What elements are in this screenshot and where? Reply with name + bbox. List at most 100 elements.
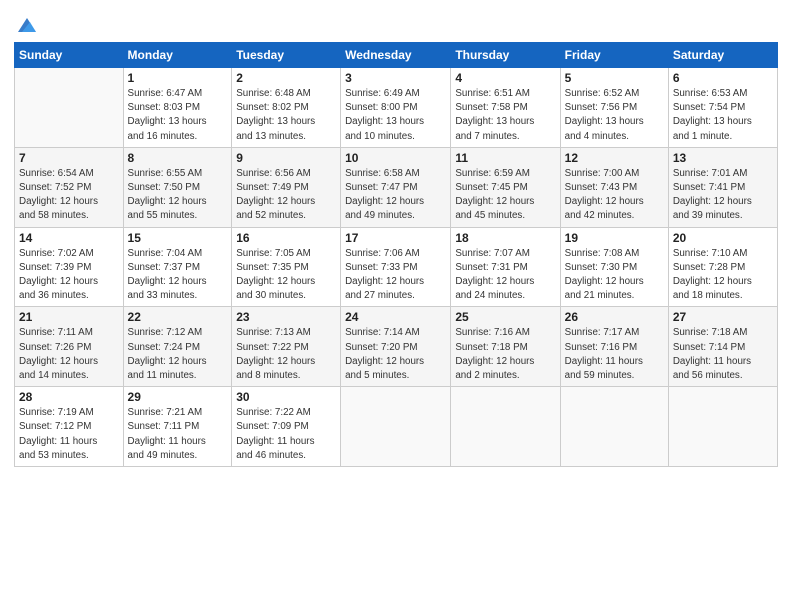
day-info: Sunrise: 6:51 AM Sunset: 7:58 PM Dayligh… — [455, 87, 555, 144]
calendar-day-cell — [15, 68, 124, 148]
calendar-day-cell: 15 Sunrise: 7:04 AM Sunset: 7:37 PM Dayli… — [123, 227, 232, 307]
logo-icon — [16, 14, 38, 36]
calendar-day-cell: 2 Sunrise: 6:48 AM Sunset: 8:02 PM Daylig… — [232, 68, 341, 148]
calendar-day-cell: 7 Sunrise: 6:54 AM Sunset: 7:52 PM Daylig… — [15, 147, 124, 227]
day-number: 8 — [128, 151, 228, 165]
calendar-day-cell: 9 Sunrise: 6:56 AM Sunset: 7:49 PM Daylig… — [232, 147, 341, 227]
calendar-day-cell: 25 Sunrise: 7:16 AM Sunset: 7:18 PM Dayli… — [451, 307, 560, 387]
day-info: Sunrise: 6:54 AM Sunset: 7:52 PM Dayligh… — [19, 167, 119, 224]
calendar-day-cell — [341, 387, 451, 467]
calendar-day-cell: 21 Sunrise: 7:11 AM Sunset: 7:26 PM Dayli… — [15, 307, 124, 387]
day-info: Sunrise: 7:04 AM Sunset: 7:37 PM Dayligh… — [128, 247, 228, 304]
day-info: Sunrise: 7:17 AM Sunset: 7:16 PM Dayligh… — [565, 326, 664, 383]
day-number: 6 — [673, 71, 773, 85]
day-info: Sunrise: 7:08 AM Sunset: 7:30 PM Dayligh… — [565, 247, 664, 304]
day-info: Sunrise: 7:21 AM Sunset: 7:11 PM Dayligh… — [128, 406, 228, 463]
day-number: 7 — [19, 151, 119, 165]
calendar-day-cell: 3Sunrise: 6:49 AM Sunset: 8:00 PM Daylig… — [341, 68, 451, 148]
day-number: 24 — [345, 310, 446, 324]
calendar-day-cell: 20 Sunrise: 7:10 AM Sunset: 7:28 PM Dayli… — [668, 227, 777, 307]
calendar-day-cell: 18 Sunrise: 7:07 AM Sunset: 7:31 PM Dayli… — [451, 227, 560, 307]
calendar-week-row: 7 Sunrise: 6:54 AM Sunset: 7:52 PM Daylig… — [15, 147, 778, 227]
day-info: Sunrise: 6:53 AM Sunset: 7:54 PM Dayligh… — [673, 87, 773, 144]
calendar-header-tuesday: Tuesday — [232, 43, 341, 68]
calendar-day-cell: 27 Sunrise: 7:18 AM Sunset: 7:14 PM Dayli… — [668, 307, 777, 387]
logo — [14, 14, 38, 36]
day-number: 12 — [565, 151, 664, 165]
day-number: 10 — [345, 151, 446, 165]
day-info: Sunrise: 6:56 AM Sunset: 7:49 PM Dayligh… — [236, 167, 336, 224]
calendar-day-cell: 12 Sunrise: 7:00 AM Sunset: 7:43 PM Dayli… — [560, 147, 668, 227]
day-info: Sunrise: 7:12 AM Sunset: 7:24 PM Dayligh… — [128, 326, 228, 383]
calendar-week-row: 14 Sunrise: 7:02 AM Sunset: 7:39 PM Dayli… — [15, 227, 778, 307]
calendar-day-cell: 29 Sunrise: 7:21 AM Sunset: 7:11 PM Dayli… — [123, 387, 232, 467]
day-number: 11 — [455, 151, 555, 165]
day-info: Sunrise: 6:58 AM Sunset: 7:47 PM Dayligh… — [345, 167, 446, 224]
calendar-day-cell — [560, 387, 668, 467]
day-info: Sunrise: 7:19 AM Sunset: 7:12 PM Dayligh… — [19, 406, 119, 463]
day-number: 17 — [345, 231, 446, 245]
day-info: Sunrise: 6:47 AM Sunset: 8:03 PM Dayligh… — [128, 87, 228, 144]
day-info: Sunrise: 7:14 AM Sunset: 7:20 PM Dayligh… — [345, 326, 446, 383]
day-info: Sunrise: 6:59 AM Sunset: 7:45 PM Dayligh… — [455, 167, 555, 224]
calendar-header-wednesday: Wednesday — [341, 43, 451, 68]
day-info: Sunrise: 6:52 AM Sunset: 7:56 PM Dayligh… — [565, 87, 664, 144]
calendar-day-cell: 13 Sunrise: 7:01 AM Sunset: 7:41 PM Dayli… — [668, 147, 777, 227]
day-number: 25 — [455, 310, 555, 324]
day-number: 21 — [19, 310, 119, 324]
day-number: 26 — [565, 310, 664, 324]
calendar-day-cell: 11 Sunrise: 6:59 AM Sunset: 7:45 PM Dayli… — [451, 147, 560, 227]
day-number: 27 — [673, 310, 773, 324]
day-info: Sunrise: 7:00 AM Sunset: 7:43 PM Dayligh… — [565, 167, 664, 224]
calendar-day-cell: 14 Sunrise: 7:02 AM Sunset: 7:39 PM Dayli… — [15, 227, 124, 307]
day-info: Sunrise: 7:07 AM Sunset: 7:31 PM Dayligh… — [455, 247, 555, 304]
calendar-day-cell: 22 Sunrise: 7:12 AM Sunset: 7:24 PM Dayli… — [123, 307, 232, 387]
calendar-day-cell: 16Sunrise: 7:05 AM Sunset: 7:35 PM Dayli… — [232, 227, 341, 307]
day-number: 20 — [673, 231, 773, 245]
day-number: 22 — [128, 310, 228, 324]
calendar-day-cell: 8 Sunrise: 6:55 AM Sunset: 7:50 PM Daylig… — [123, 147, 232, 227]
day-number: 23 — [236, 310, 336, 324]
day-number: 15 — [128, 231, 228, 245]
calendar-day-cell: 19Sunrise: 7:08 AM Sunset: 7:30 PM Dayli… — [560, 227, 668, 307]
day-info: Sunrise: 6:48 AM Sunset: 8:02 PM Dayligh… — [236, 87, 336, 144]
calendar-day-cell: 5 Sunrise: 6:52 AM Sunset: 7:56 PM Daylig… — [560, 68, 668, 148]
calendar-day-cell: 26 Sunrise: 7:17 AM Sunset: 7:16 PM Dayli… — [560, 307, 668, 387]
calendar-day-cell — [451, 387, 560, 467]
calendar-header-thursday: Thursday — [451, 43, 560, 68]
day-number: 3 — [345, 71, 446, 85]
day-info: Sunrise: 7:10 AM Sunset: 7:28 PM Dayligh… — [673, 247, 773, 304]
calendar-day-cell: 23Sunrise: 7:13 AM Sunset: 7:22 PM Dayli… — [232, 307, 341, 387]
day-info: Sunrise: 7:11 AM Sunset: 7:26 PM Dayligh… — [19, 326, 119, 383]
day-number: 2 — [236, 71, 336, 85]
day-number: 16 — [236, 231, 336, 245]
day-number: 14 — [19, 231, 119, 245]
day-info: Sunrise: 7:02 AM Sunset: 7:39 PM Dayligh… — [19, 247, 119, 304]
calendar-day-cell: 4 Sunrise: 6:51 AM Sunset: 7:58 PM Daylig… — [451, 68, 560, 148]
day-info: Sunrise: 7:01 AM Sunset: 7:41 PM Dayligh… — [673, 167, 773, 224]
day-info: Sunrise: 7:22 AM Sunset: 7:09 PM Dayligh… — [236, 406, 336, 463]
day-info: Sunrise: 7:16 AM Sunset: 7:18 PM Dayligh… — [455, 326, 555, 383]
day-number: 4 — [455, 71, 555, 85]
day-info: Sunrise: 7:06 AM Sunset: 7:33 PM Dayligh… — [345, 247, 446, 304]
calendar-week-row: 28Sunrise: 7:19 AM Sunset: 7:12 PM Dayli… — [15, 387, 778, 467]
calendar-header-friday: Friday — [560, 43, 668, 68]
day-number: 5 — [565, 71, 664, 85]
calendar-week-row: 1 Sunrise: 6:47 AM Sunset: 8:03 PM Daylig… — [15, 68, 778, 148]
day-info: Sunrise: 7:18 AM Sunset: 7:14 PM Dayligh… — [673, 326, 773, 383]
day-number: 13 — [673, 151, 773, 165]
day-number: 18 — [455, 231, 555, 245]
day-number: 30 — [236, 390, 336, 404]
calendar-day-cell: 24 Sunrise: 7:14 AM Sunset: 7:20 PM Dayli… — [341, 307, 451, 387]
day-number: 1 — [128, 71, 228, 85]
day-info: Sunrise: 6:55 AM Sunset: 7:50 PM Dayligh… — [128, 167, 228, 224]
day-number: 29 — [128, 390, 228, 404]
calendar-day-cell — [668, 387, 777, 467]
calendar-day-cell: 6 Sunrise: 6:53 AM Sunset: 7:54 PM Daylig… — [668, 68, 777, 148]
calendar-day-cell: 17 Sunrise: 7:06 AM Sunset: 7:33 PM Dayli… — [341, 227, 451, 307]
calendar-header-sunday: Sunday — [15, 43, 124, 68]
calendar-header-saturday: Saturday — [668, 43, 777, 68]
calendar-day-cell: 28Sunrise: 7:19 AM Sunset: 7:12 PM Dayli… — [15, 387, 124, 467]
day-number: 9 — [236, 151, 336, 165]
calendar-day-cell: 1 Sunrise: 6:47 AM Sunset: 8:03 PM Daylig… — [123, 68, 232, 148]
